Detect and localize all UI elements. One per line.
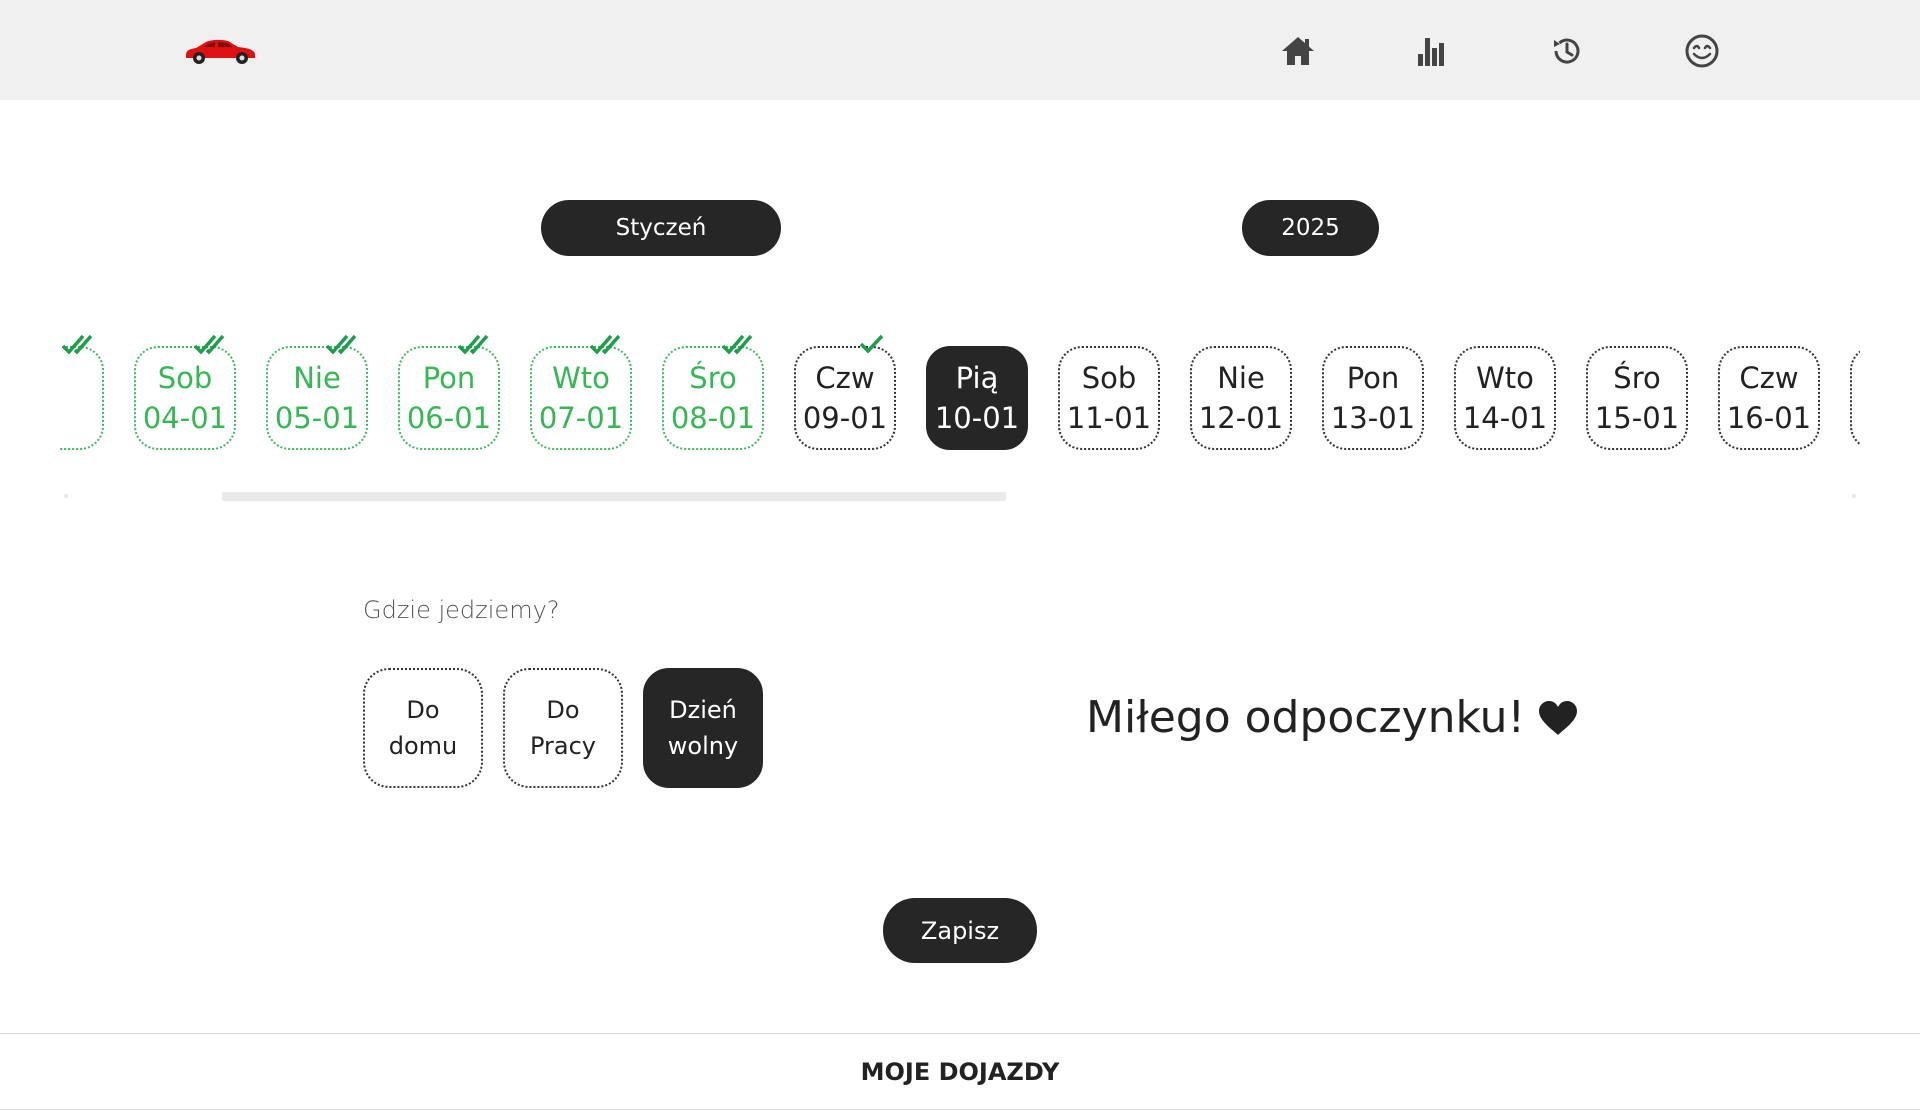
smiley-icon[interactable] [1680,29,1724,73]
double-check-icon [192,332,232,358]
day-card[interactable]: Nie 12-01 [1190,346,1292,450]
day-name: Śro [689,361,737,395]
day-strip[interactable]: 1 Sob 04-01 Nie 05-01 Pon 06-01 Wto 07-01 Śro 08-0… [60,320,1860,470]
day-date: 14-01 [1462,401,1548,435]
day-name: Czw [1739,361,1799,395]
bar-chart-icon[interactable] [1410,29,1454,73]
day-date: 04-01 [142,401,228,435]
option-home-line2: domu [388,732,458,760]
day-strip-scrollbar[interactable] [222,492,1006,501]
red-car-icon[interactable] [182,36,258,66]
month-selector[interactable]: Styczeń [541,200,781,256]
day-name: Nie [293,361,341,395]
day-card[interactable]: 1 [60,334,104,450]
day-card[interactable]: Czw 16-01 [1718,346,1820,450]
day-card[interactable]: Sob 11-01 [1058,346,1160,450]
day-name: Sob [157,361,213,395]
day-card[interactable]: Pią 10-01 [926,346,1028,450]
day-name: Nie [1217,361,1265,395]
home-icon[interactable] [1276,29,1320,73]
day-name: Wto [552,361,610,395]
rest-message-text: Miłego odpoczynku! [1086,692,1526,743]
day-card[interactable]: Wto 07-01 [530,334,632,450]
day-date: 1 [60,378,62,418]
top-bar [0,0,1920,100]
day-date: 05-01 [274,401,360,435]
option-work-line2: Pracy [529,732,597,760]
year-selector[interactable]: 2025 [1242,200,1379,256]
double-check-icon [720,332,760,358]
day-name: Wto [1476,361,1534,395]
day-date: 16-01 [1726,401,1812,435]
option-work-line1: Do [546,696,580,724]
day-card[interactable]: Śro 15-01 [1586,346,1688,450]
day-card[interactable]: 1 [1850,346,1860,450]
option-home-button[interactable]: Do domu [363,668,483,788]
option-day-off-line1: Dzień [669,696,737,724]
day-card[interactable]: Pon 13-01 [1322,346,1424,450]
day-name: Śro [1613,361,1661,395]
day-card[interactable]: Pon 06-01 [398,334,500,450]
heart-icon [1539,700,1578,735]
double-check-icon [324,332,364,358]
day-date: 15-01 [1594,401,1680,435]
day-name: Pon [1346,361,1400,395]
save-button[interactable]: Zapisz [883,898,1037,963]
day-name: Sob [1081,361,1137,395]
history-icon[interactable] [1545,29,1589,73]
rest-message: Miłego odpoczynku! [1086,692,1579,743]
day-card[interactable]: Sob 04-01 [134,334,236,450]
double-check-icon [456,332,496,358]
double-check-icon [588,332,628,358]
option-day-off-line2: wolny [667,732,739,760]
day-date: 08-01 [670,401,756,435]
day-date: 07-01 [538,401,624,435]
double-check-icon [60,332,100,358]
day-name: Pią [955,361,999,395]
day-date: 06-01 [406,401,492,435]
day-date: 13-01 [1330,401,1416,435]
day-name: Pon [422,361,476,395]
scroll-arrow-left[interactable] [64,494,68,498]
scroll-arrow-right[interactable] [1852,494,1856,498]
day-date: 10-01 [934,401,1020,435]
my-commutes-button[interactable]: MOJE DOJAZDY [0,1033,1920,1110]
day-name: Czw [815,361,875,395]
day-card[interactable]: Śro 08-01 [662,334,764,450]
day-date: 09-01 [802,401,888,435]
day-date: 11-01 [1066,401,1152,435]
option-day-off-button[interactable]: Dzień wolny [643,668,763,788]
day-card[interactable]: Nie 05-01 [266,334,368,450]
option-work-button[interactable]: Do Pracy [503,668,623,788]
option-home-line1: Do [406,696,440,724]
check-icon [852,332,892,358]
day-card[interactable]: Czw 09-01 [794,334,896,450]
day-card[interactable]: Wto 14-01 [1454,346,1556,450]
destination-question: Gdzie jedziemy? [363,596,560,624]
day-date: 12-01 [1198,401,1284,435]
